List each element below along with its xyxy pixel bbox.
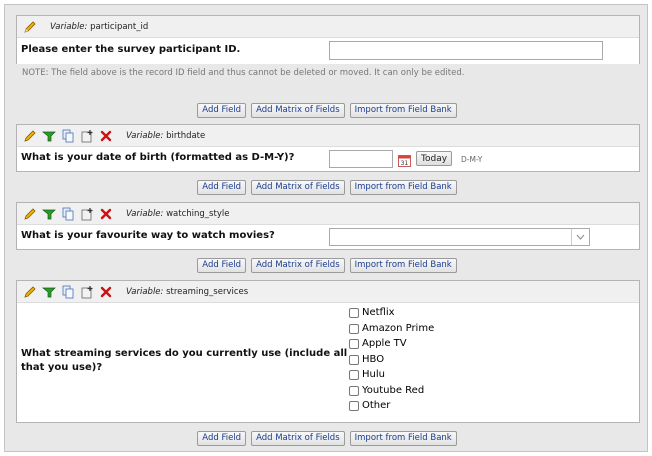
move-icon[interactable]: [78, 284, 96, 300]
checkbox-option-hbo[interactable]: HBO: [349, 354, 384, 365]
pencil-icon[interactable]: [21, 284, 39, 300]
add-field-button[interactable]: Add Field: [197, 180, 247, 195]
add-matrix-button[interactable]: Add Matrix of Fields: [251, 180, 345, 195]
question-line-2: that you use)?: [21, 362, 103, 373]
field-body: What is your favourite way to watch movi…: [17, 225, 639, 249]
copy-icon[interactable]: [59, 206, 77, 222]
checkbox[interactable]: [349, 323, 359, 334]
field-body: What streaming services do you currently…: [17, 303, 639, 422]
import-field-bank-button[interactable]: Import from Field Bank: [349, 431, 457, 446]
field-header: Variable: streaming_services: [17, 281, 639, 303]
checkbox-option-amazon-prime[interactable]: Amazon Prime: [349, 323, 434, 334]
question-label: What streaming services do you currently…: [21, 347, 347, 375]
add-field-button[interactable]: Add Field: [197, 258, 247, 273]
move-icon[interactable]: [78, 128, 96, 144]
field-body: What is your date of birth (formatted as…: [17, 147, 639, 171]
add-matrix-button[interactable]: Add Matrix of Fields: [251, 431, 345, 446]
button-row: Add Field Add Matrix of Fields Import fr…: [5, 103, 649, 118]
today-button[interactable]: Today: [416, 151, 453, 166]
field-watching-style: Variable: watching_style What is your fa…: [16, 202, 640, 250]
button-row: Add Field Add Matrix of Fields Import fr…: [5, 431, 649, 446]
checkbox-option-hulu[interactable]: Hulu: [349, 369, 385, 380]
field-header: Variable: watching_style: [17, 203, 639, 225]
option-label: Netflix: [362, 307, 395, 318]
calendar-icon[interactable]: 31: [398, 152, 411, 171]
move-icon[interactable]: [78, 206, 96, 222]
option-label: HBO: [362, 354, 385, 365]
branching-icon[interactable]: [40, 128, 58, 144]
field-participant-id: Variable: participant_id Please enter th…: [16, 15, 640, 64]
checkbox-option-other[interactable]: Other: [349, 400, 390, 411]
variable-label: Variable: streaming_services: [126, 286, 249, 297]
design-frame: Variable: participant_id Please enter th…: [4, 4, 648, 452]
birthdate-input[interactable]: [329, 150, 393, 168]
add-field-button[interactable]: Add Field: [197, 431, 247, 446]
import-field-bank-button[interactable]: Import from Field Bank: [349, 258, 457, 273]
add-field-button[interactable]: Add Field: [197, 103, 247, 118]
field-header: Variable: birthdate: [17, 125, 639, 147]
branching-icon[interactable]: [40, 284, 58, 300]
checkbox-option-youtube-red[interactable]: Youtube Red: [349, 385, 424, 396]
question-label: Please enter the survey participant ID.: [21, 44, 241, 55]
delete-icon[interactable]: [97, 128, 115, 144]
option-label: Other: [362, 400, 391, 411]
copy-icon[interactable]: [59, 284, 77, 300]
svg-text:31: 31: [401, 160, 409, 167]
question-line-1: What streaming services do you currently…: [21, 348, 348, 359]
record-id-note: NOTE: The field above is the record ID f…: [22, 68, 465, 78]
field-body: Please enter the survey participant ID.: [17, 38, 639, 64]
question-label: What is your favourite way to watch movi…: [21, 230, 275, 241]
checkbox-option-apple-tv[interactable]: Apple TV: [349, 338, 407, 349]
option-label: Amazon Prime: [362, 323, 435, 334]
copy-icon[interactable]: [59, 128, 77, 144]
variable-label: Variable: watching_style: [126, 208, 230, 219]
checkbox-option-netflix[interactable]: Netflix: [349, 307, 395, 318]
checkbox[interactable]: [349, 307, 359, 318]
variable-label: Variable: participant_id: [50, 21, 149, 32]
pencil-icon[interactable]: [21, 206, 39, 222]
import-field-bank-button[interactable]: Import from Field Bank: [349, 180, 457, 195]
option-label: Hulu: [362, 369, 385, 380]
date-format-hint: D-M-Y: [461, 155, 483, 164]
branching-icon[interactable]: [40, 206, 58, 222]
variable-label: Variable: birthdate: [126, 130, 206, 141]
checkbox[interactable]: [349, 354, 359, 365]
field-header: Variable: participant_id: [17, 16, 639, 38]
option-label: Apple TV: [362, 338, 407, 349]
button-row: Add Field Add Matrix of Fields Import fr…: [5, 258, 649, 273]
option-label: Youtube Red: [362, 385, 425, 396]
field-streaming-services: Variable: streaming_services What stream…: [16, 280, 640, 423]
pencil-icon[interactable]: [21, 128, 39, 144]
checkbox[interactable]: [349, 400, 359, 411]
checkbox[interactable]: [349, 385, 359, 396]
pencil-icon[interactable]: [21, 19, 39, 35]
add-matrix-button[interactable]: Add Matrix of Fields: [251, 258, 345, 273]
question-label: What is your date of birth (formatted as…: [21, 152, 295, 163]
checkbox[interactable]: [349, 338, 359, 349]
watching-style-select[interactable]: [329, 228, 590, 246]
add-matrix-button[interactable]: Add Matrix of Fields: [251, 103, 345, 118]
dropdown-arrow-icon[interactable]: [571, 229, 589, 245]
checkbox[interactable]: [349, 369, 359, 380]
delete-icon[interactable]: [97, 284, 115, 300]
import-field-bank-button[interactable]: Import from Field Bank: [349, 103, 457, 118]
delete-icon[interactable]: [97, 206, 115, 222]
button-row: Add Field Add Matrix of Fields Import fr…: [5, 180, 649, 195]
field-birthdate: Variable: birthdate What is your date of…: [16, 124, 640, 172]
participant-id-input[interactable]: [329, 41, 603, 60]
